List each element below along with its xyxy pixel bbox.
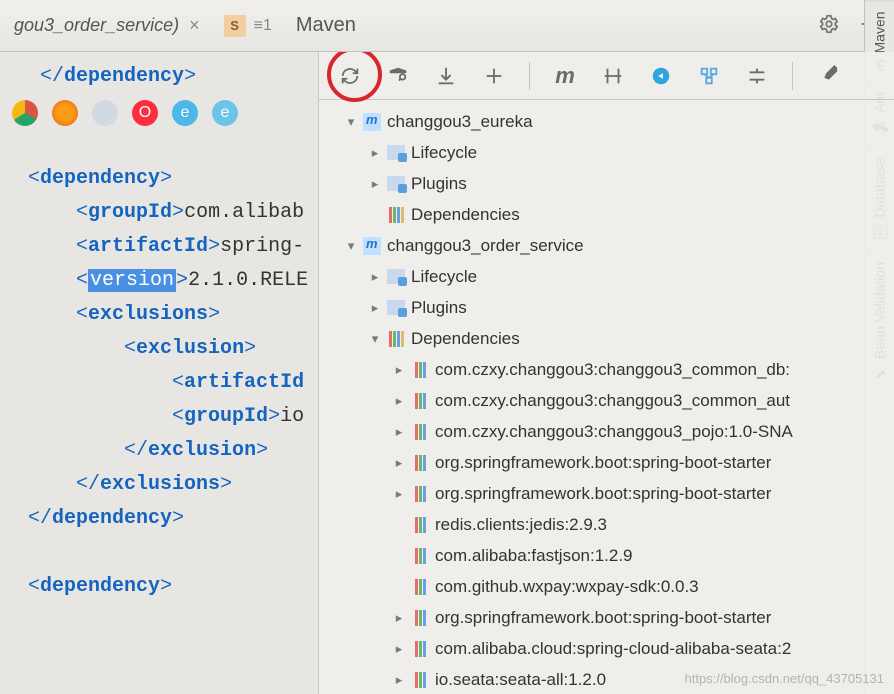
lifecycle-node[interactable]: ▸Lifecycle xyxy=(323,137,894,168)
safari-icon[interactable] xyxy=(92,100,118,126)
dependency-item[interactable]: ▸com.czxy.changgou3:changgou3_common_aut xyxy=(323,385,894,416)
toggle-skip-tests-button[interactable] xyxy=(600,63,626,89)
download-sources-button[interactable] xyxy=(433,63,459,89)
project-node[interactable]: ▾changgou3_order_service xyxy=(323,230,894,261)
folder-icon xyxy=(387,300,405,315)
edge-icon[interactable]: e xyxy=(212,100,238,126)
code-editor[interactable]: O e e </dependency> <dependency> <groupI… xyxy=(0,52,318,694)
opera-icon[interactable]: O xyxy=(132,100,158,126)
show-dependencies-button[interactable] xyxy=(696,63,722,89)
lifecycle-node[interactable]: ▸Lifecycle xyxy=(323,261,894,292)
chevron-down-icon: ▾ xyxy=(341,114,361,130)
maven-module-icon xyxy=(363,113,381,131)
chevron-down-icon: ▾ xyxy=(365,331,385,347)
chevron-right-icon: ▸ xyxy=(365,145,385,161)
close-icon[interactable]: × xyxy=(189,15,200,36)
dependency-item[interactable]: com.alibaba:fastjson:1.2.9 xyxy=(323,540,894,571)
maven-tree[interactable]: ▾changgou3_eureka ▸Lifecycle ▸Plugins De… xyxy=(319,100,894,694)
dependencies-node[interactable]: Dependencies xyxy=(323,199,894,230)
dependencies-node[interactable]: ▾Dependencies xyxy=(323,323,894,354)
plugins-node[interactable]: ▸Plugins xyxy=(323,292,894,323)
chrome-icon[interactable] xyxy=(12,100,38,126)
tab-file-label: gou3_order_service) xyxy=(14,15,179,36)
toggle-offline-button[interactable] xyxy=(648,63,674,89)
structure-badge-icon: S xyxy=(224,15,246,37)
editor-tab[interactable]: gou3_order_service) × xyxy=(0,9,214,42)
code-line: </dependency> xyxy=(4,60,314,94)
maven-module-icon xyxy=(363,237,381,255)
settings-button[interactable] xyxy=(815,63,841,89)
reload-button[interactable] xyxy=(337,63,363,89)
run-maven-button[interactable]: m xyxy=(552,63,578,89)
firefox-icon[interactable] xyxy=(52,100,78,126)
folder-icon xyxy=(387,145,405,160)
maven-panel-title: Maven xyxy=(296,14,356,37)
gear-icon[interactable] xyxy=(818,13,840,39)
add-button[interactable] xyxy=(481,63,507,89)
dependencies-icon xyxy=(389,331,404,347)
dependency-item[interactable]: ▸org.springframework.boot:spring-boot-st… xyxy=(323,602,894,633)
browser-launch-icons: O e e xyxy=(12,100,238,126)
plugins-node[interactable]: ▸Plugins xyxy=(323,168,894,199)
collapse-all-button[interactable] xyxy=(744,63,770,89)
maven-toolbar: m xyxy=(319,52,894,100)
top-bar: gou3_order_service) × S ≡1 Maven xyxy=(0,0,894,52)
dependency-item[interactable]: ▸org.springframework.boot:spring-boot-st… xyxy=(323,447,894,478)
ie-icon[interactable]: e xyxy=(172,100,198,126)
chevron-down-icon: ▾ xyxy=(341,238,361,254)
dependency-item[interactable]: ▸com.alibaba.cloud:spring-cloud-alibaba-… xyxy=(323,633,894,664)
dependencies-icon xyxy=(389,207,404,223)
folder-icon xyxy=(387,269,405,284)
dependency-item[interactable]: ▸org.springframework.boot:spring-boot-st… xyxy=(323,478,894,509)
structure-tab[interactable]: S ≡1 xyxy=(224,15,272,37)
dependency-item[interactable]: ▸com.czxy.changgou3:changgou3_pojo:1.0-S… xyxy=(323,416,894,447)
structure-count: ≡1 xyxy=(254,17,272,35)
dependency-item[interactable]: ▸com.czxy.changgou3:changgou3_common_db: xyxy=(323,354,894,385)
watermark: https://blog.csdn.net/qq_43705131 xyxy=(685,671,885,686)
maven-panel: m ▾changgou3_eureka ▸Lifecycle ▸Plugins … xyxy=(318,52,894,694)
dependency-item[interactable]: com.github.wxpay:wxpay-sdk:0.0.3 xyxy=(323,571,894,602)
generate-sources-button[interactable] xyxy=(385,63,411,89)
project-node[interactable]: ▾changgou3_eureka xyxy=(323,106,894,137)
dependency-item[interactable]: redis.clients:jedis:2.9.3 xyxy=(323,509,894,540)
folder-icon xyxy=(387,176,405,191)
